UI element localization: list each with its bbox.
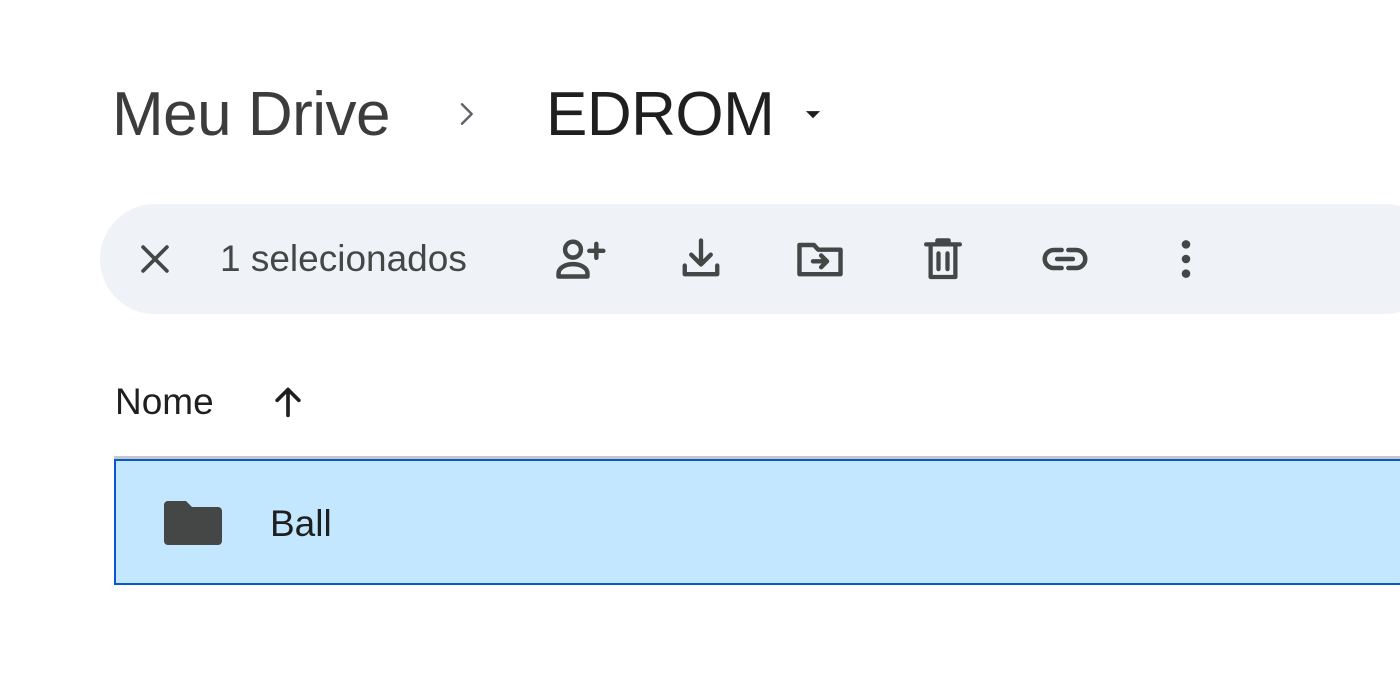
sort-direction-button[interactable]	[268, 382, 308, 422]
clear-selection-button[interactable]	[125, 204, 185, 314]
trash-icon	[923, 238, 963, 280]
breadcrumb: Meu Drive EDROM	[112, 76, 830, 152]
copy-link-button[interactable]	[1035, 204, 1095, 314]
download-icon	[682, 238, 720, 277]
list-item[interactable]: Ball	[114, 459, 1400, 585]
share-button[interactable]	[550, 204, 610, 314]
person-add-icon	[556, 239, 606, 279]
drive-page: Meu Drive EDROM 1 selecionados Nome Ball	[0, 0, 1400, 682]
selection-count: 1 selecionados	[220, 238, 467, 279]
selection-toolbar: 1 selecionados	[100, 204, 1400, 314]
move-to-folder-icon	[797, 242, 843, 277]
folder-icon	[164, 501, 222, 545]
breadcrumb-my-drive[interactable]: Meu Drive	[112, 79, 391, 150]
column-header-name[interactable]: Nome	[115, 381, 214, 423]
download-button[interactable]	[671, 204, 731, 314]
file-name: Ball	[270, 503, 332, 544]
more-actions-button[interactable]	[1156, 204, 1216, 314]
current-folder-label: EDROM	[546, 79, 775, 149]
close-icon	[141, 245, 169, 273]
delete-button[interactable]	[913, 204, 973, 314]
list-header: Nome	[115, 372, 308, 432]
arrow-up-icon	[275, 387, 301, 418]
chevron-right-icon	[448, 96, 484, 132]
caret-down-icon	[796, 97, 830, 131]
move-button[interactable]	[790, 204, 850, 314]
more-vert-icon	[1181, 240, 1191, 278]
breadcrumb-current-folder[interactable]: EDROM	[546, 79, 830, 150]
link-icon	[1042, 247, 1088, 271]
